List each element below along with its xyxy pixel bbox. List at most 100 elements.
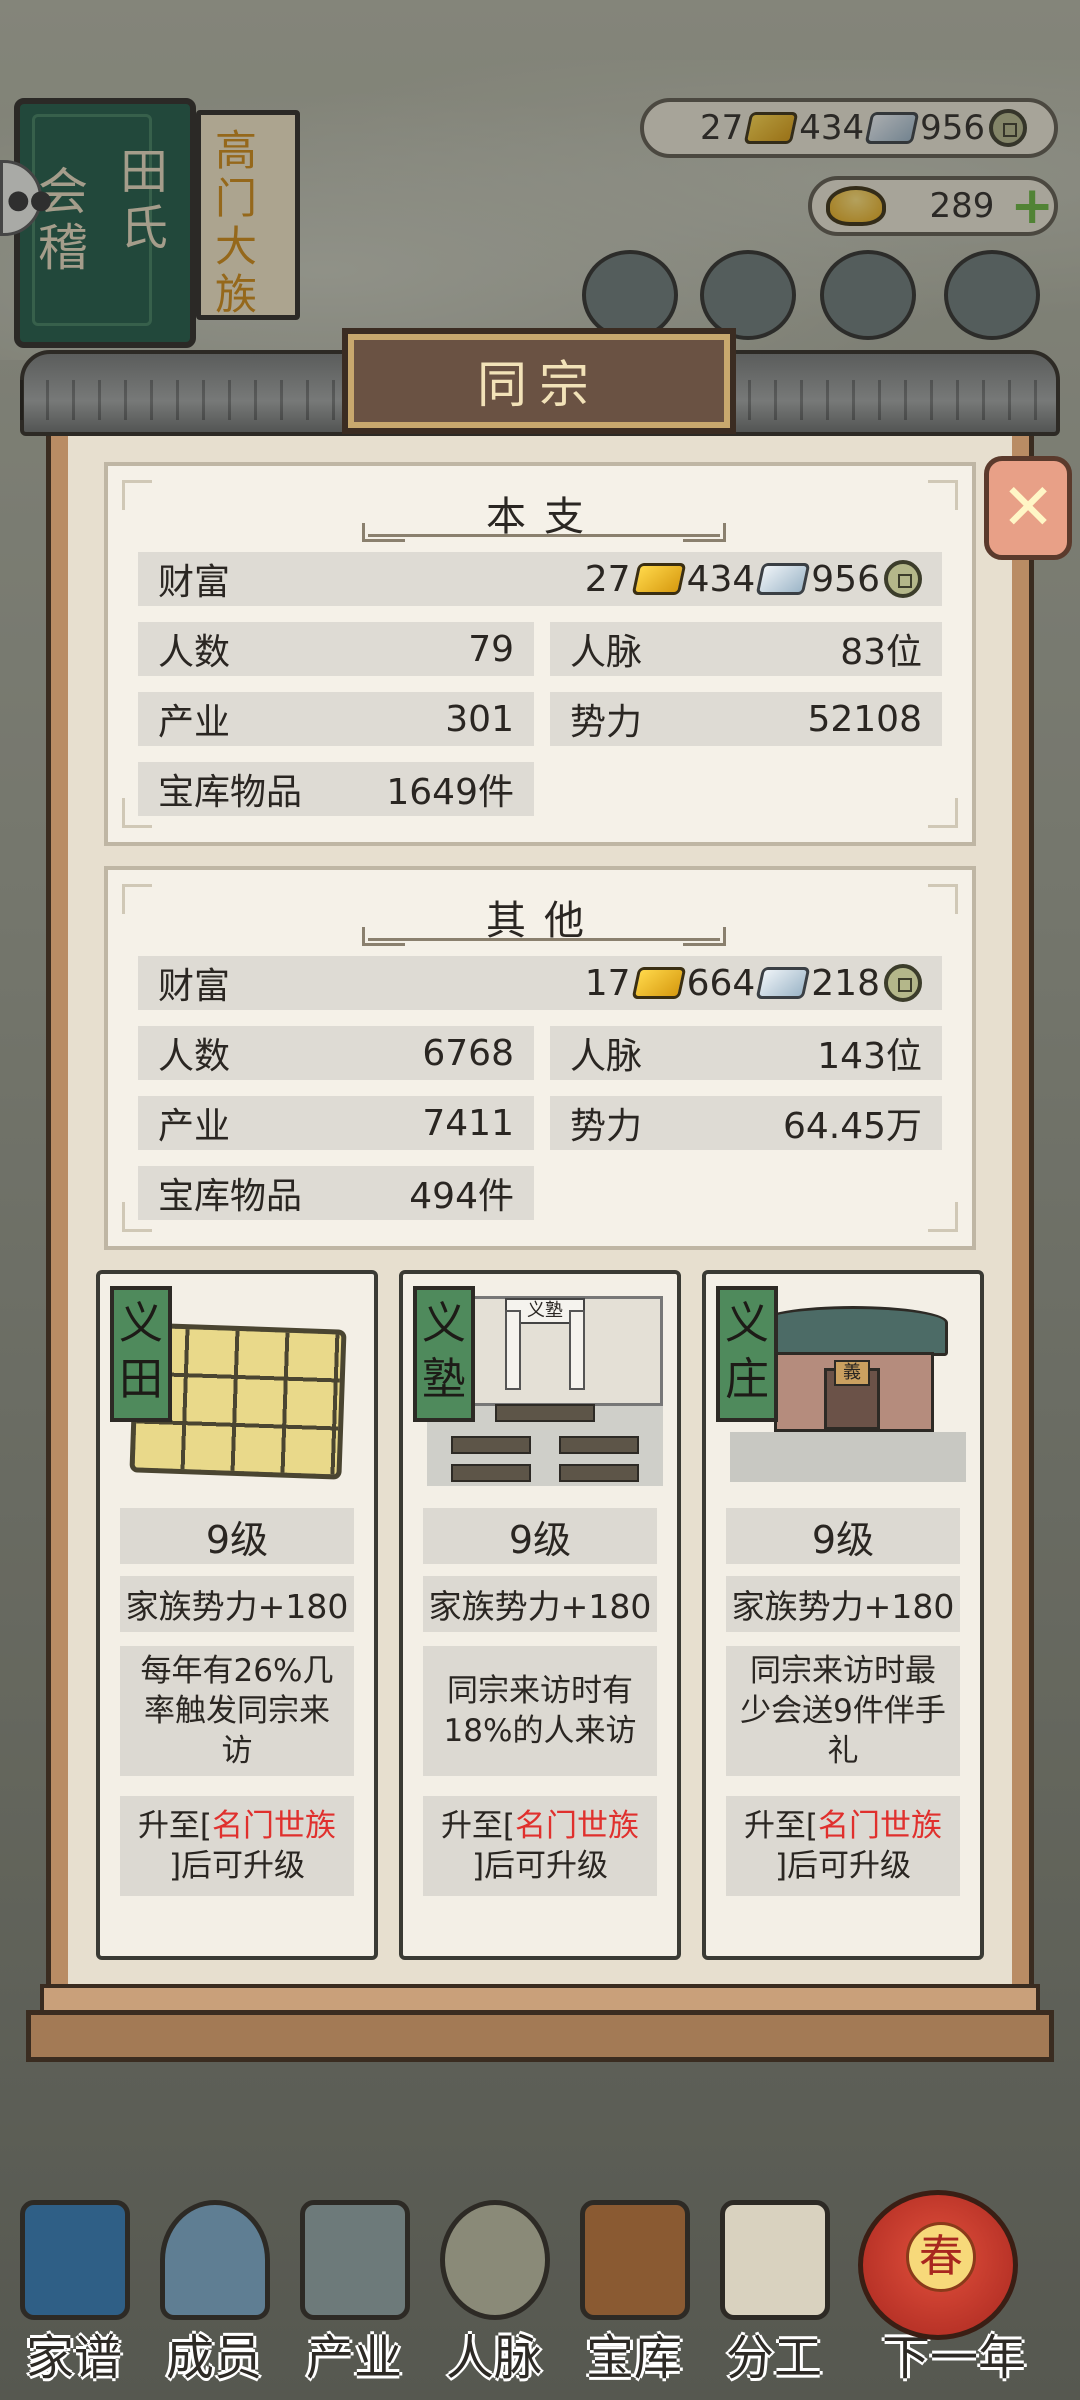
people-value: 79 [468, 628, 514, 670]
treasure-chest-icon [580, 2200, 690, 2320]
upgrade-suffix: ]后可升级 [168, 1848, 306, 1884]
other-branch-section: 其他 财富 17 664 218 人数 6768 人脉 143位 产业 7411… [104, 866, 976, 1250]
nav-assignment[interactable]: 分工 [704, 2190, 844, 2390]
dialog-base [26, 2010, 1054, 2062]
dialog-title-plate: 同宗 [342, 328, 736, 434]
power-value: 52108 [807, 698, 922, 740]
industry-row: 产业 7411 [138, 1096, 534, 1150]
copper-coin-icon [884, 560, 922, 598]
power-label: 势力 [570, 702, 643, 743]
copper-coin-icon [884, 964, 922, 1002]
wealth-label: 财富 [158, 966, 231, 1007]
industry-value: 7411 [422, 1102, 514, 1144]
upgrade-prefix: 升至[ [137, 1808, 213, 1844]
upgrade-rank: 名门世族 [212, 1808, 337, 1844]
student-desk [451, 1436, 531, 1454]
industry-label: 产业 [158, 702, 231, 743]
teacher-desk [495, 1404, 595, 1422]
people-label: 人数 [158, 632, 231, 673]
network-label: 人脉 [570, 632, 643, 673]
nav-members[interactable]: 成员 [144, 2190, 284, 2390]
card-tag: 义庄 [716, 1286, 778, 1422]
card-level: 9级 [423, 1508, 657, 1564]
silver-amount: 664 [686, 962, 756, 1004]
wealth-value: 17 664 218 [585, 963, 922, 1004]
industry-label: 产业 [158, 1106, 231, 1147]
copper-amount: 218 [811, 962, 880, 1004]
nav-label: 家谱 [25, 2330, 122, 2386]
industry-row: 产业 301 [138, 692, 534, 746]
nav-industry[interactable]: 产业 [284, 2190, 424, 2390]
card-level: 9级 [726, 1508, 960, 1564]
upgrade-rank: 名门世族 [818, 1808, 943, 1844]
people-value: 6768 [422, 1032, 514, 1074]
genealogy-book-icon [20, 2200, 130, 2320]
house-sign: 義 [834, 1360, 870, 1386]
network-value: 143位 [817, 1036, 922, 1077]
charity-estate-card[interactable]: 義 义庄 9级 家族势力+180 同宗来访时最少会送9件伴手礼 升至[名门世族]… [702, 1270, 984, 1960]
student-desk [559, 1464, 639, 1482]
nav-network[interactable]: 人脉 [424, 2190, 564, 2390]
card-power-bonus: 家族势力+180 [726, 1576, 960, 1632]
scroll-icon [720, 2200, 830, 2320]
title-divider [362, 927, 726, 946]
nav-genealogy[interactable]: 家谱 [4, 2190, 144, 2390]
vault-row: 宝库物品 494件 [138, 1166, 534, 1220]
card-level: 9级 [120, 1508, 354, 1564]
nav-label: 人脉 [445, 2330, 542, 2386]
upgrade-prefix: 升至[ [743, 1808, 819, 1844]
network-row: 人脉 143位 [550, 1026, 942, 1080]
house-roof [758, 1306, 948, 1356]
people-label: 人数 [158, 1036, 231, 1077]
wealth-row: 财富 27 434 956 [138, 552, 942, 606]
charity-school-card[interactable]: 义塾 义塾 9级 家族势力+180 同宗来访时有18%的人来访 升至[名门世族]… [399, 1270, 681, 1960]
card-upgrade-requirement: 升至[名门世族]后可升级 [423, 1796, 657, 1896]
student-desk [559, 1436, 639, 1454]
gold-bar-icon [631, 967, 686, 999]
card-description: 每年有26%几率触发同宗来访 [120, 1646, 354, 1776]
dialog-title: 同宗 [477, 356, 601, 414]
gold-amount: 27 [584, 558, 631, 600]
upgrade-suffix: ]后可升级 [774, 1848, 912, 1884]
power-value: 64.45万 [782, 1106, 922, 1147]
vault-row: 宝库物品 1649件 [138, 762, 534, 816]
network-graph-icon [440, 2200, 550, 2320]
card-description: 同宗来访时有18%的人来访 [423, 1646, 657, 1776]
nav-vault[interactable]: 宝库 [564, 2190, 704, 2390]
corner-ornament [928, 798, 958, 828]
card-power-bonus: 家族势力+180 [423, 1576, 657, 1632]
power-label: 势力 [570, 1106, 643, 1147]
people-row: 人数 79 [138, 622, 534, 676]
card-upgrade-requirement: 升至[名门世族 ]后可升级 [120, 1796, 354, 1896]
people-row: 人数 6768 [138, 1026, 534, 1080]
nav-label: 宝库 [585, 2330, 682, 2386]
wealth-label: 财富 [158, 562, 231, 603]
silver-amount: 434 [686, 558, 756, 600]
power-row: 势力 52108 [550, 692, 942, 746]
nav-label: 分工 [725, 2330, 822, 2386]
card-tag: 义塾 [413, 1286, 475, 1422]
close-icon: ✕ [1001, 471, 1055, 545]
student-desk [451, 1464, 531, 1482]
charity-field-card[interactable]: 义田 9级 家族势力+180 每年有26%几率触发同宗来访 升至[名门世族 ]后可… [96, 1270, 378, 1960]
vault-value: 494件 [409, 1176, 514, 1217]
wealth-row: 财富 17 664 218 [138, 956, 942, 1010]
courtyard-ground [730, 1432, 966, 1482]
wall-scroll [569, 1310, 585, 1390]
wealth-value: 27 434 956 [585, 559, 922, 600]
wall-scroll [505, 1310, 521, 1390]
card-description: 同宗来访时最少会送9件伴手礼 [726, 1646, 960, 1776]
industry-value: 301 [445, 698, 514, 740]
gold-bar-icon [631, 563, 686, 595]
copper-amount: 956 [811, 558, 880, 600]
nav-label: 成员 [165, 2330, 262, 2386]
card-power-bonus: 家族势力+180 [120, 1576, 354, 1632]
upgrade-suffix: ]后可升级 [471, 1848, 609, 1884]
close-button[interactable]: ✕ [984, 456, 1072, 560]
card-tag: 义田 [110, 1286, 172, 1422]
upgrade-prefix: 升至[ [440, 1808, 516, 1844]
silver-bar-icon [755, 563, 811, 595]
vault-label: 宝库物品 [158, 772, 303, 813]
gold-amount: 17 [584, 962, 631, 1004]
network-row: 人脉 83位 [550, 622, 942, 676]
